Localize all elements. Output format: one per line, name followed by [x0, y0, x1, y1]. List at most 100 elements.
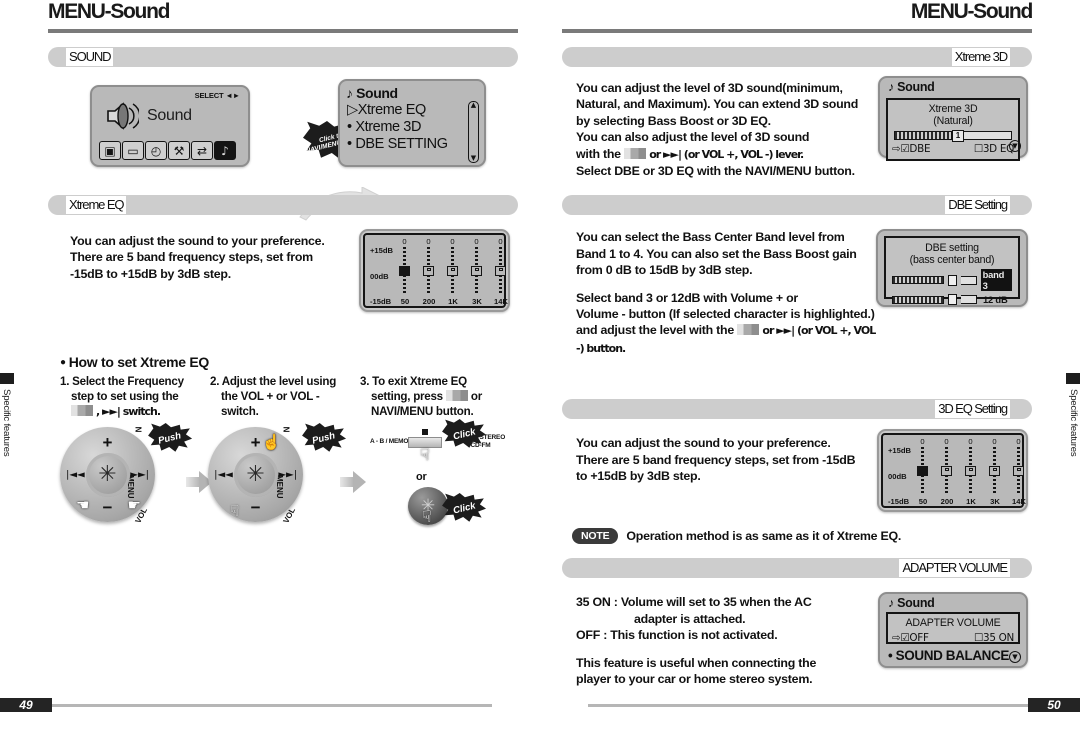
- dbe-band-slider[interactable]: band 3: [892, 269, 1012, 292]
- cube-icon[interactable]: ▣: [99, 141, 121, 160]
- prev-track-icon[interactable]: |◄◄: [66, 469, 85, 480]
- section-caption-sound: SOUND: [66, 48, 114, 66]
- volume-up-label[interactable]: +: [251, 433, 261, 453]
- mode-icon-row[interactable]: ▣ ▭ ◴ ⚒ ⇄ ♪: [99, 141, 236, 160]
- eq-band-3k[interactable]: 0 3K: [989, 438, 1000, 506]
- option-3d-eq[interactable]: ☐3D EQ: [974, 143, 1014, 155]
- section-bar-xtreme-eq: Xtreme EQ: [48, 195, 518, 215]
- step-1: 1. Select the Frequency step to set usin…: [60, 375, 184, 418]
- eq-band-1k[interactable]: 0 1K: [447, 238, 458, 306]
- jog-wheel-1[interactable]: + − |◄◄ ►►| MENU VOL N ✳ ☚ ☛ Push: [60, 423, 213, 525]
- menu-item-xtreme-eq[interactable]: ▷Xtreme EQ: [346, 102, 478, 118]
- hand-pointer-icon: ☝: [262, 434, 282, 451]
- section-bar-adapter-volume: ADAPTER VOLUME: [562, 558, 1032, 579]
- eq-band-3k[interactable]: 0 3K: [471, 238, 482, 306]
- slider-handle[interactable]: [948, 294, 957, 306]
- eq-band-14k[interactable]: 0 14K: [494, 238, 508, 307]
- eq-band-14k[interactable]: 0 14K: [1012, 438, 1026, 507]
- scroll-up-icon[interactable]: ▲: [471, 102, 476, 109]
- vol-label: VOL: [281, 506, 297, 525]
- tools-icon[interactable]: ⚒: [168, 141, 190, 160]
- menu-scrollbar[interactable]: ▲ ▼: [468, 101, 479, 163]
- section-bar-3d-eq-setting: 3D EQ Setting: [562, 399, 1032, 420]
- eq-band-50[interactable]: 0 50: [399, 238, 410, 306]
- center-button-icon[interactable]: ✳: [246, 463, 264, 486]
- side-tab-label: Specific features: [1068, 389, 1079, 457]
- dbe-setting-description: You can select the Bass Center Band leve…: [576, 230, 876, 355]
- page-title-left: MENU-Sound: [48, 0, 170, 23]
- adapter-volume-description: 35 ON : Volume will set to 35 when the A…: [576, 595, 817, 686]
- section-bar-dbe-setting: DBE Setting: [562, 195, 1032, 216]
- adapter-volume-block: 35 ON : Volume will set to 35 when the A…: [562, 592, 1032, 687]
- header-rule-right: [562, 29, 1032, 33]
- section-caption-xtreme-eq: Xtreme EQ: [66, 196, 127, 214]
- jog-wheel-2[interactable]: + − |◄◄ ►►| MENU VOL N ✳ ☝ ☟ Push: [208, 423, 367, 525]
- volume-up-label[interactable]: +: [103, 433, 113, 453]
- eq-band-1k[interactable]: 0 1K: [965, 438, 976, 506]
- center-knob-illustration[interactable]: ✳ ☟ Click: [408, 487, 518, 526]
- music-note-icon[interactable]: ♪: [214, 141, 236, 160]
- button-placeholder-icon: [71, 405, 93, 416]
- button-placeholder-icon: [737, 324, 760, 336]
- hand-pointer-icon: ☟: [422, 509, 432, 526]
- remote-strip[interactable]: A - B / MEMORY MODE / STEREO CD-FM ☟ Cli…: [370, 419, 505, 465]
- eq-band-50[interactable]: 0 50: [917, 438, 928, 506]
- slider-handle[interactable]: [948, 274, 957, 286]
- left-page: MENU-Sound SOUND SELECT ◄► Sound ▣ ▭ ◴ ⚒…: [0, 0, 540, 748]
- clock-icon[interactable]: ◴: [145, 141, 167, 160]
- step-2: 2. Adjust the level using the VOL + or V…: [210, 375, 337, 418]
- menu-header: ♪ Sound: [346, 85, 398, 101]
- level-slider-3d[interactable]: 1: [894, 129, 1012, 142]
- hand-pointer-icon: ☚: [76, 497, 90, 514]
- side-tab-left: Specific features: [0, 373, 14, 457]
- section-caption-adapter-volume: ADAPTER VOLUME: [899, 559, 1010, 578]
- footer-rule-left: [52, 703, 492, 707]
- menu-item-dbe-setting[interactable]: • DBE SETTING: [346, 136, 478, 152]
- footer-left: 49: [0, 698, 492, 712]
- dbe-gain-slider[interactable]: 12 dB: [892, 294, 1012, 306]
- footer-rule-right: [588, 703, 1028, 707]
- scroll-down-icon[interactable]: ▼: [1009, 140, 1021, 152]
- click-burst-2: Click: [442, 493, 487, 522]
- volume-down-label[interactable]: −: [103, 498, 113, 518]
- right-page: MENU-Sound Xtreme 3D You can adjust the …: [540, 0, 1080, 748]
- dbe-gain-value: 12 dB: [983, 294, 1008, 306]
- eq-3d-display: +15dB 00dB -15dB 0 50 0 200 0 1K 0 3K 0 …: [877, 429, 1028, 513]
- option-35-on[interactable]: ☐35 ON: [974, 632, 1014, 644]
- eq-band-200[interactable]: 0 200: [423, 238, 436, 307]
- slider-fill: [894, 131, 952, 140]
- menu-item-xtreme-3d[interactable]: • Xtreme 3D: [346, 119, 478, 135]
- how-to-title: ● How to set Xtreme EQ: [60, 354, 210, 370]
- dbe-setting-lcd: DBE setting (bass center band) band 3 12…: [876, 229, 1028, 308]
- page-title-right: MENU-Sound: [910, 0, 1033, 23]
- menu-marker-icon: •: [347, 136, 352, 152]
- popup-title: ADAPTER VOLUME: [905, 617, 1001, 630]
- how-to-block: ● How to set Xtreme EQ 1. Select the Freq…: [48, 354, 518, 526]
- volume-down-label[interactable]: −: [251, 498, 261, 518]
- repeat-icon[interactable]: ⇄: [191, 141, 213, 160]
- side-tab-cap: [1066, 373, 1080, 384]
- music-note-icon: ♪: [888, 596, 894, 611]
- option-dbe[interactable]: ⇨☑DBE: [892, 143, 931, 155]
- header-rule-left: [48, 29, 518, 33]
- menu-item-sound-balance[interactable]: • SOUND BALANCE: [888, 648, 1009, 663]
- scroll-down-icon[interactable]: ▼: [471, 155, 476, 162]
- side-tab-right: Specific features: [1066, 373, 1080, 457]
- push-burst-1: Push: [148, 423, 193, 452]
- menu-marker-icon: ▷: [347, 102, 358, 118]
- slider-handle[interactable]: 1: [952, 129, 964, 142]
- slider-fill: [892, 276, 944, 285]
- eq-band-200[interactable]: 0 200: [941, 438, 954, 507]
- center-button-icon[interactable]: ✳: [98, 463, 116, 486]
- section-bar-sound: SOUND: [48, 47, 518, 67]
- display-icon[interactable]: ▭: [122, 141, 144, 160]
- hand-pointer-icon: ☟: [230, 503, 240, 520]
- adapter-volume-popup: ADAPTER VOLUME ⇨☑OFF ☐35 ON: [886, 612, 1020, 645]
- prev-track-icon[interactable]: |◄◄: [214, 469, 233, 480]
- scroll-down-icon[interactable]: ▼: [1009, 651, 1021, 664]
- or-text: or: [416, 471, 427, 483]
- section-caption-dbe-setting: DBE Setting: [945, 196, 1010, 215]
- eq-3d-block: You can adjust the sound to your prefere…: [562, 429, 1032, 513]
- option-off[interactable]: ⇨☑OFF: [892, 632, 929, 644]
- xtreme-3d-lcd: ♪ Sound DBE SETTING Xtreme 3D (Natural) …: [878, 76, 1028, 161]
